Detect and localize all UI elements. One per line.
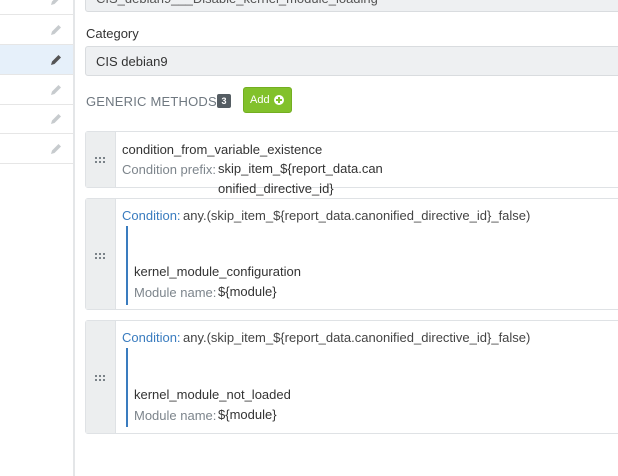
pencil-icon[interactable] — [49, 53, 63, 67]
category-label: Category — [86, 26, 139, 41]
method-card[interactable]: Condition: any.(skip_item_${report_data.… — [85, 198, 618, 310]
drag-handle[interactable] — [86, 199, 116, 309]
method-card[interactable]: condition_from_variable_existence Condit… — [85, 131, 618, 196]
drag-handle-icon — [95, 253, 107, 259]
directive-list-item-selected[interactable] — [0, 45, 73, 75]
parameter-label: Module name: — [134, 285, 217, 300]
generic-methods-title: GENERIC METHODS — [86, 94, 217, 109]
parameter-value-line1: skip_item_${report_data.can — [218, 161, 383, 176]
condition-indicator — [126, 348, 128, 427]
drag-handle[interactable] — [86, 321, 116, 433]
parameter-value: ${module} — [218, 407, 277, 422]
pencil-icon[interactable] — [49, 142, 63, 156]
technique-name-input[interactable]: CIS_debian9___Disable_kernel_module_load… — [85, 0, 618, 12]
drag-handle-icon — [95, 157, 107, 163]
pencil-icon[interactable] — [49, 112, 63, 126]
method-count-badge: 3 — [217, 94, 231, 108]
pencil-icon[interactable] — [49, 23, 63, 37]
directive-list-item[interactable] — [0, 104, 73, 134]
method-name: kernel_module_not_loaded — [134, 387, 291, 402]
pencil-icon[interactable] — [49, 0, 63, 7]
add-method-button[interactable]: Add — [243, 87, 292, 113]
directive-list-item[interactable] — [0, 75, 73, 105]
parameter-value: ${module} — [218, 284, 277, 299]
condition-value: any.(skip_item_${report_data.canonified_… — [183, 330, 531, 345]
add-button-label: Add — [250, 94, 270, 106]
method-card[interactable]: Condition: any.(skip_item_${report_data.… — [85, 320, 618, 434]
pencil-icon[interactable] — [49, 83, 63, 97]
parameter-value-line2: onified_directive_id} — [218, 181, 334, 196]
parameter-label: Module name: — [134, 408, 217, 423]
condition-indicator — [126, 226, 128, 305]
directive-list-item[interactable] — [0, 0, 73, 15]
directive-list-item[interactable] — [0, 134, 73, 164]
method-name: kernel_module_configuration — [134, 264, 301, 279]
drag-handle[interactable] — [86, 132, 116, 187]
panel-divider — [73, 0, 75, 476]
plus-circle-icon — [273, 95, 284, 105]
category-select[interactable]: CIS debian9 — [85, 46, 618, 76]
condition-value: any.(skip_item_${report_data.canonified_… — [183, 208, 531, 223]
method-name: condition_from_variable_existence — [122, 142, 323, 157]
condition-label: Condition: — [122, 208, 181, 223]
condition-label: Condition: — [122, 330, 181, 345]
drag-handle-icon — [95, 375, 107, 381]
directive-list-panel — [0, 0, 73, 476]
parameter-label: Condition prefix: — [122, 162, 216, 177]
directive-list-item[interactable] — [0, 15, 73, 45]
